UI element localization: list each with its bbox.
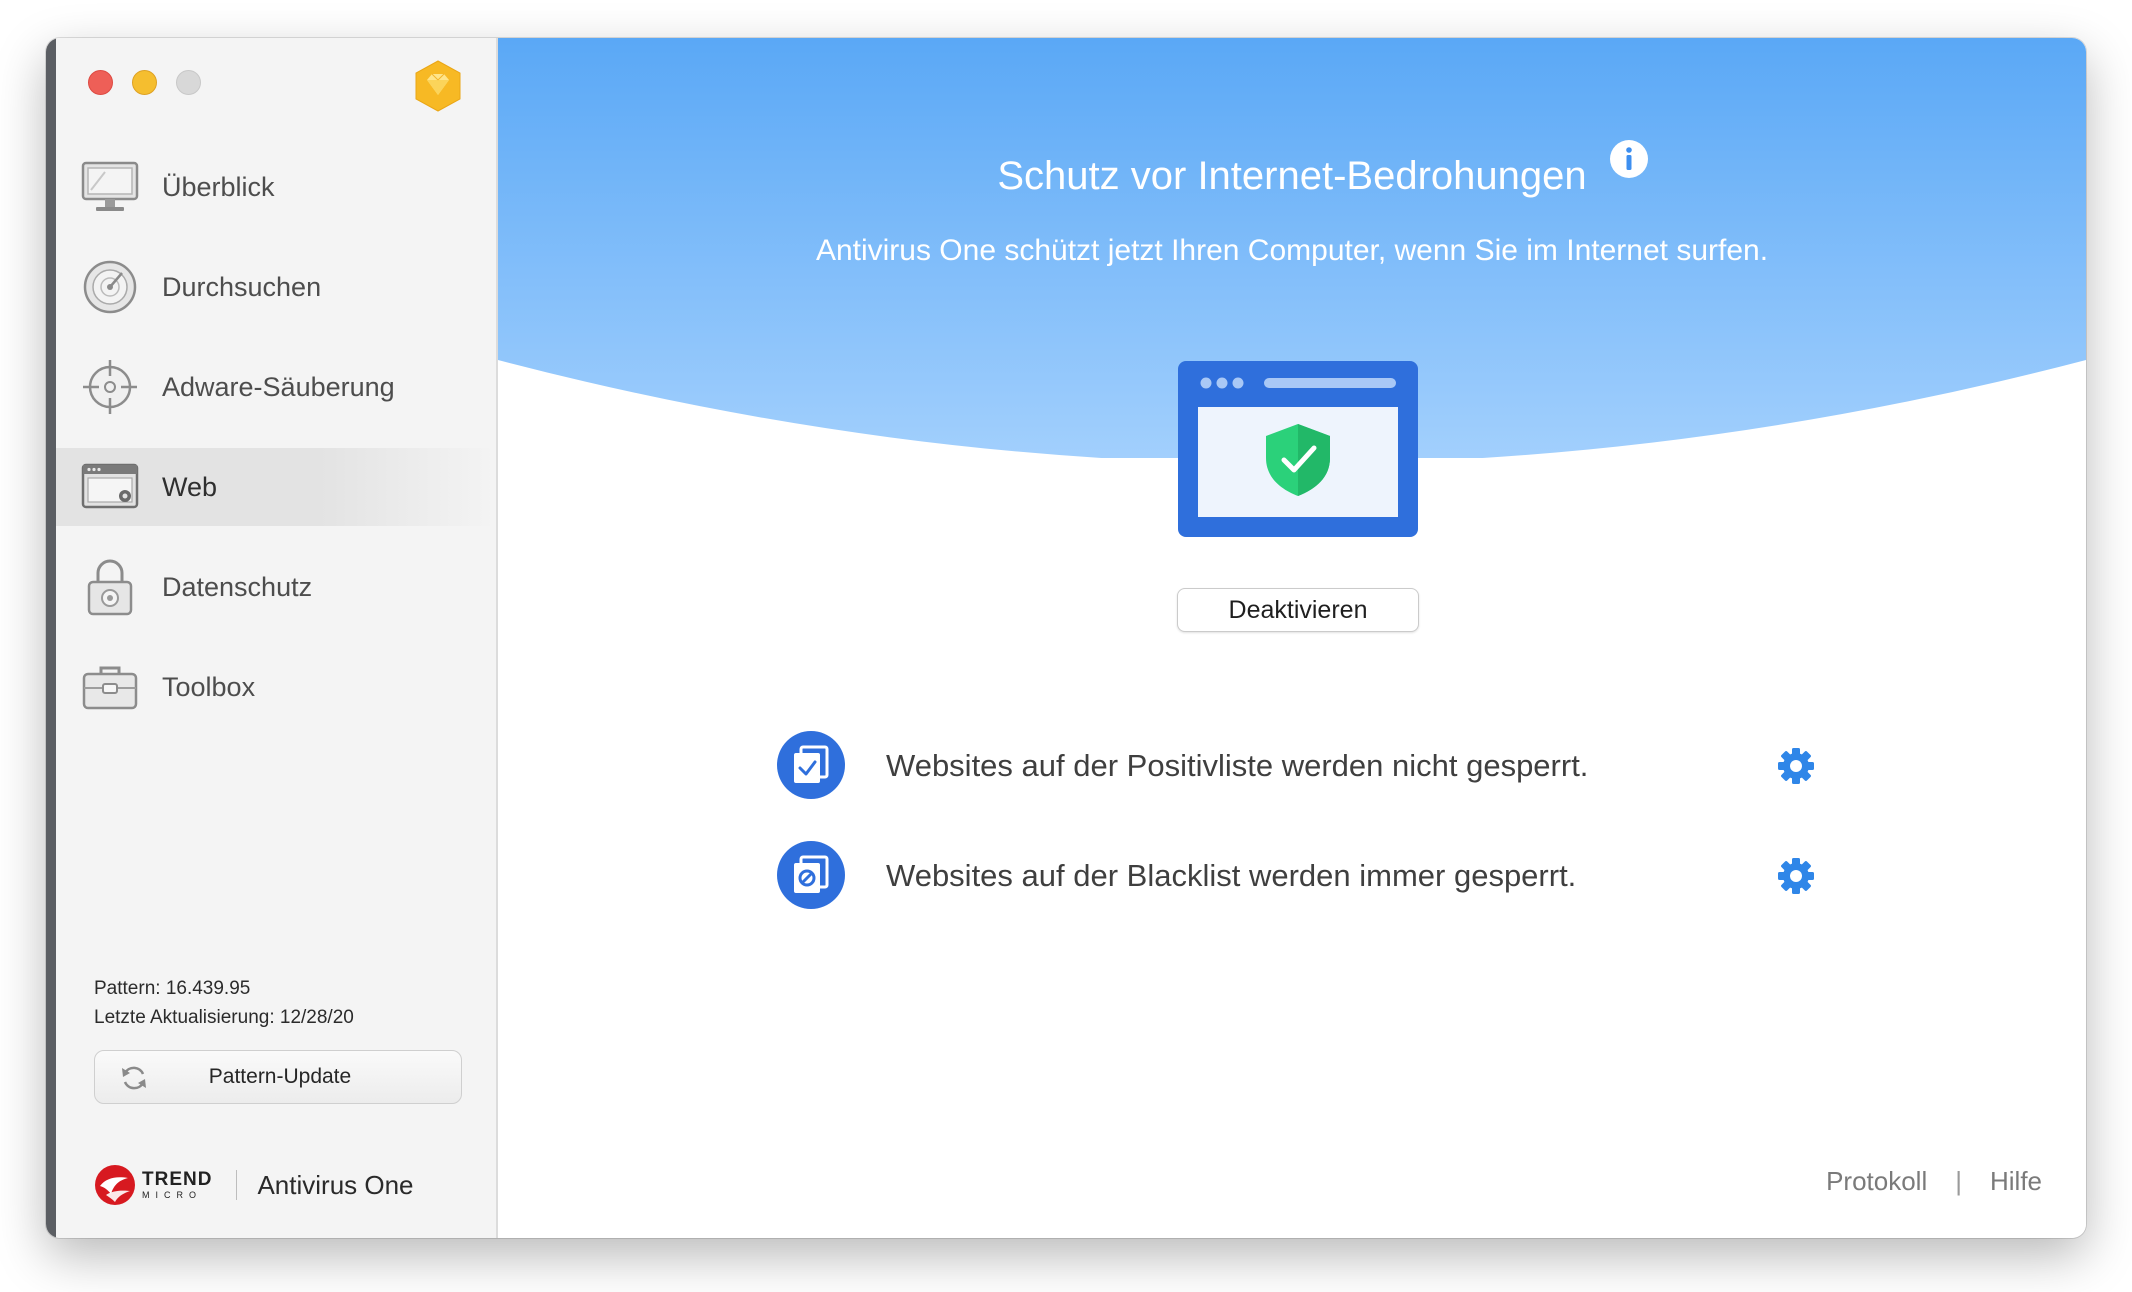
main-panel: Schutz vor Internet-Bedrohungen Antiviru… [498, 38, 2086, 1238]
whitelist-description: Websites auf der Positivliste werden nic… [886, 748, 1589, 783]
protected-browser-illustration [1178, 361, 1418, 537]
app-window: Überblick Durchsuchen Adware-Säuberung W… [46, 38, 2086, 1238]
sidebar: Überblick Durchsuchen Adware-Säuberung W… [56, 38, 498, 1238]
brand-separator [236, 1170, 238, 1200]
protokoll-link[interactable]: Protokoll [1826, 1166, 1927, 1197]
deactivate-button[interactable]: Deaktivieren [1177, 588, 1419, 632]
sidebar-item-adware[interactable]: Adware-Säuberung [56, 348, 496, 426]
page-title: Schutz vor Internet-Bedrohungen [997, 154, 1587, 198]
sidebar-item-datenschutz[interactable]: Datenschutz [56, 548, 496, 626]
minimize-window-button[interactable] [132, 70, 157, 95]
blacklist-settings-gear-icon[interactable] [1776, 856, 1816, 896]
zoom-window-button[interactable] [176, 70, 201, 95]
window-edge [46, 38, 56, 1238]
sidebar-item-label: Datenschutz [162, 571, 313, 602]
sidebar-nav: Überblick Durchsuchen Adware-Säuberung W… [56, 148, 496, 748]
refresh-icon [122, 1066, 146, 1090]
info-icon[interactable] [1608, 138, 1650, 180]
close-window-button[interactable] [88, 70, 113, 95]
pattern-update-button[interactable]: Pattern-Update [94, 1050, 462, 1104]
pattern-update-label: Pattern-Update [208, 1065, 352, 1088]
hilfe-link[interactable]: Hilfe [1990, 1166, 2042, 1197]
footer-links: Protokoll | Hilfe [1826, 1166, 2042, 1197]
radar-icon [80, 257, 140, 317]
lock-icon [80, 557, 140, 617]
toolbox-icon [80, 657, 140, 717]
option-row-whitelist: Websites auf der Positivliste werden nic… [776, 730, 1816, 802]
whitelist-settings-gear-icon[interactable] [1776, 746, 1816, 786]
pattern-info: Pattern: 16.439.95 Letzte Aktualisierung… [94, 974, 354, 1032]
monitor-icon [80, 157, 140, 217]
sidebar-item-toolbox[interactable]: Toolbox [56, 648, 496, 726]
brand-line-1: TREND [142, 1169, 213, 1190]
sidebar-item-ueberblick[interactable]: Überblick [56, 148, 496, 226]
brand-line-2: MICRO [142, 1190, 202, 1200]
sidebar-item-label: Durchsuchen [162, 271, 322, 302]
crosshair-icon [80, 357, 140, 417]
title-row: Schutz vor Internet-Bedrohungen [498, 154, 2086, 199]
page-subtitle: Antivirus One schützt jetzt Ihren Comput… [815, 234, 1769, 267]
brand-footer: TREND MICRO Antivirus One [94, 1162, 414, 1208]
product-name: Antivirus One [257, 1169, 414, 1200]
premium-gem-icon[interactable] [410, 58, 466, 114]
sidebar-item-label: Web [162, 471, 218, 502]
sidebar-item-web[interactable]: Web [56, 448, 496, 526]
last-update-date: Letzte Aktualisierung: 12/28/20 [94, 1007, 354, 1028]
blacklist-icon [777, 841, 845, 909]
pattern-version: Pattern: 16.439.95 [94, 978, 251, 999]
trend-micro-wordmark: TREND MICRO [142, 1170, 212, 1200]
sidebar-item-label: Toolbox [162, 671, 256, 702]
sidebar-item-label: Adware-Säuberung [162, 371, 395, 402]
whitelist-icon [777, 731, 845, 799]
traffic-lights [88, 70, 201, 95]
option-row-blacklist: Websites auf der Blacklist werden immer … [776, 840, 1816, 912]
blacklist-description: Websites auf der Blacklist werden immer … [886, 858, 1577, 893]
footer-separator: | [1955, 1166, 1962, 1196]
sidebar-item-durchsuchen[interactable]: Durchsuchen [56, 248, 496, 326]
trend-micro-logo-icon [95, 1165, 135, 1205]
browser-icon [80, 457, 140, 517]
sidebar-item-label: Überblick [162, 171, 275, 202]
